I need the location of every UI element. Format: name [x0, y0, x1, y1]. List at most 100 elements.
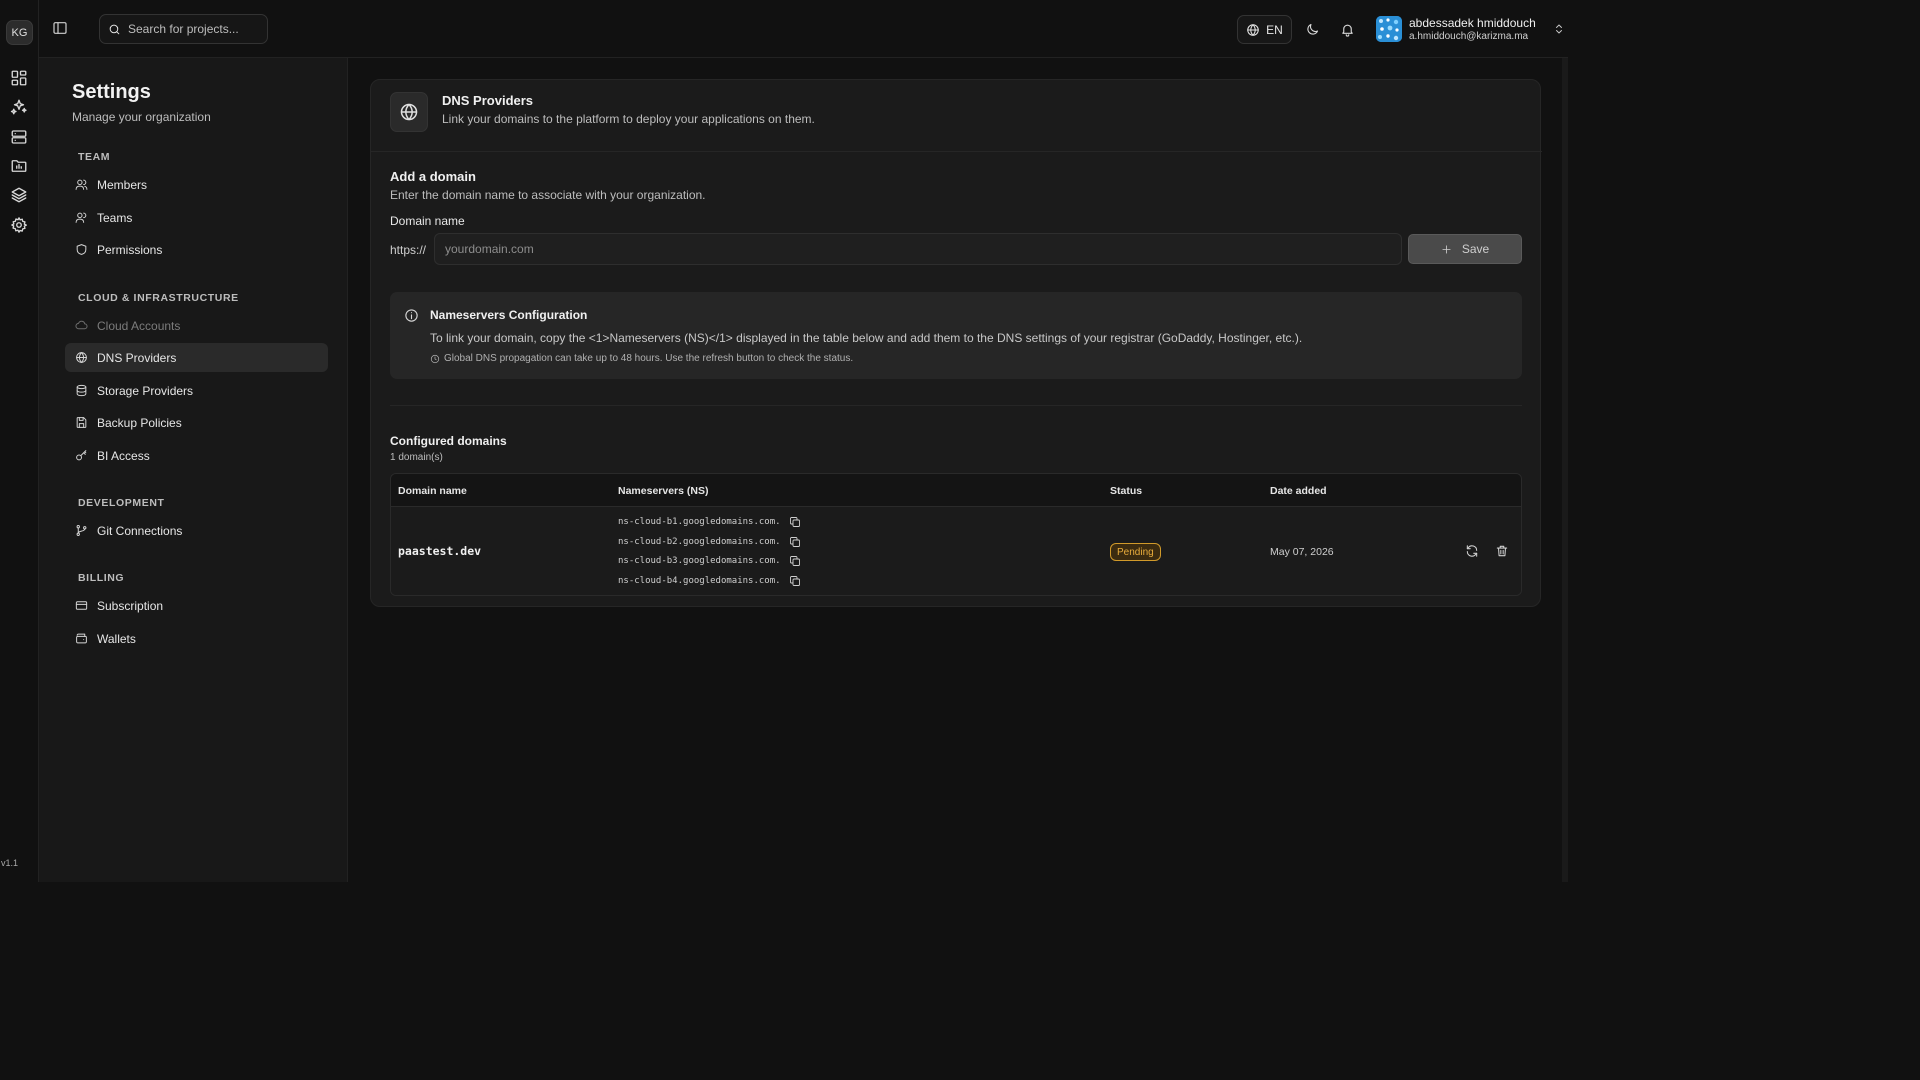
save-button-label: Save: [1461, 242, 1490, 256]
nameserver-value: ns-cloud-b1.googledomains.com.: [618, 517, 781, 527]
settings-sidebar: Settings Manage your organization TEAM M…: [39, 58, 348, 882]
icon-rail: KG v1.1: [0, 0, 39, 882]
sidebar-item-label: Permissions: [97, 242, 163, 257]
column-domain-name: Domain name: [398, 485, 467, 497]
copy-icon[interactable]: [789, 575, 801, 587]
nameserver-line: ns-cloud-b1.googledomains.com.: [618, 514, 801, 530]
shield-icon: [75, 243, 88, 256]
language-selector[interactable]: EN: [1237, 15, 1292, 44]
sidebar-item-wallets[interactable]: Wallets: [65, 624, 328, 653]
sidebar-item-label: Git Connections: [97, 523, 183, 538]
domain-name-input[interactable]: [434, 233, 1402, 265]
date-added-cell: May 07, 2026: [1270, 546, 1334, 558]
add-domain-description: Enter the domain name to associate with …: [390, 188, 706, 202]
section-title: DNS Providers: [442, 93, 534, 108]
page-scrollbar[interactable]: [1562, 58, 1568, 882]
globe-icon: [1246, 23, 1260, 37]
section-team: TEAM: [78, 151, 111, 163]
wallet-icon: [75, 632, 88, 645]
add-domain-title: Add a domain: [390, 169, 476, 184]
user-info: abdessadek hmiddouch a.hmiddouch@karizma…: [1409, 16, 1536, 43]
nameservers-info-box: Nameservers Configuration To link your d…: [390, 292, 1522, 379]
sidebar-item-label: Teams: [97, 210, 133, 225]
table-row: paastest.dev ns-cloud-b1.googledomains.c…: [391, 507, 1521, 595]
sidebar-item-members[interactable]: Members: [65, 170, 328, 199]
sidebar-toggle-icon[interactable]: [52, 20, 68, 36]
search-input[interactable]: [128, 22, 258, 36]
globe-icon: [75, 351, 88, 364]
sidebar-item-dns-providers[interactable]: DNS Providers: [65, 343, 328, 372]
sidebar-item-git-connections[interactable]: Git Connections: [65, 516, 328, 545]
section-development: DEVELOPMENT: [78, 497, 165, 509]
key-icon: [75, 449, 88, 462]
sidebar-item-permissions[interactable]: Permissions: [65, 235, 328, 264]
sparkles-icon[interactable]: [10, 98, 28, 116]
sidebar-item-label: Members: [97, 177, 148, 192]
sidebar-item-label: Cloud Accounts: [97, 318, 181, 333]
bell-icon[interactable]: [1340, 22, 1355, 37]
nameserver-line: ns-cloud-b2.googledomains.com.: [618, 534, 801, 550]
org-logo[interactable]: KG: [6, 20, 33, 45]
section-billing: BILLING: [78, 572, 125, 584]
folder-chart-icon[interactable]: [10, 157, 28, 175]
sidebar-item-label: DNS Providers: [97, 350, 177, 365]
refresh-icon[interactable]: [1465, 544, 1479, 558]
sidebar-item-label: BI Access: [97, 448, 150, 463]
dashboard-icon[interactable]: [10, 69, 28, 87]
nameserver-value: ns-cloud-b4.googledomains.com.: [618, 576, 781, 586]
cloud-icon: [75, 319, 88, 332]
sidebar-item-backup-policies[interactable]: Backup Policies: [65, 408, 328, 437]
globe-icon: [390, 92, 428, 132]
sidebar-item-bi-access[interactable]: BI Access: [65, 441, 328, 470]
sidebar-item-label: Subscription: [97, 598, 164, 613]
sidebar-item-storage-providers[interactable]: Storage Providers: [65, 376, 328, 405]
info-note-text: Global DNS propagation can take up to 48…: [444, 353, 854, 364]
sidebar-item-label: Wallets: [97, 631, 136, 646]
search-icon: [108, 23, 121, 36]
dns-providers-card: DNS Providers Link your domains to the p…: [370, 79, 1542, 607]
copy-icon[interactable]: [789, 516, 801, 528]
user-name: abdessadek hmiddouch: [1409, 15, 1536, 30]
app-version: v1.1: [1, 858, 19, 868]
search-box[interactable]: [99, 14, 268, 44]
server-icon[interactable]: [10, 128, 28, 146]
sidebar-item-label: Storage Providers: [97, 383, 194, 398]
page-subtitle: Manage your organization: [72, 110, 211, 124]
section-description: Link your domains to the platform to dep…: [442, 112, 815, 126]
moon-icon[interactable]: [1305, 22, 1320, 37]
copy-icon[interactable]: [789, 536, 801, 548]
domains-table: Domain name Nameservers (NS) Status Date…: [390, 473, 1522, 596]
domain-name-label: Domain name: [390, 214, 465, 228]
user-icon: [75, 178, 88, 191]
nameserver-value: ns-cloud-b2.googledomains.com.: [618, 537, 781, 547]
info-title: Nameservers Configuration: [430, 308, 588, 322]
sidebar-item-subscription[interactable]: Subscription: [65, 591, 328, 620]
clock-icon: [430, 354, 440, 364]
divider: [390, 405, 1522, 406]
column-nameservers: Nameservers (NS): [618, 485, 709, 497]
sidebar-item-cloud-accounts[interactable]: Cloud Accounts: [65, 311, 328, 340]
domain-name-cell: paastest.dev: [398, 544, 482, 558]
users-icon: [75, 211, 88, 224]
avatar: [1376, 16, 1402, 42]
info-icon: [404, 308, 419, 323]
git-branch-icon: [75, 524, 88, 537]
user-menu[interactable]: abdessadek hmiddouch a.hmiddouch@karizma…: [1376, 12, 1565, 46]
save-button[interactable]: Save: [1408, 234, 1522, 264]
layers-icon[interactable]: [10, 186, 28, 204]
sidebar-item-teams[interactable]: Teams: [65, 203, 328, 232]
configured-domains-title: Configured domains: [390, 434, 507, 448]
copy-icon[interactable]: [789, 555, 801, 567]
column-status: Status: [1110, 485, 1143, 497]
database-icon: [75, 384, 88, 397]
trash-icon[interactable]: [1495, 544, 1509, 558]
chevron-up-down-icon: [1553, 22, 1565, 36]
info-description: To link your domain, copy the <1>Nameser…: [430, 331, 1303, 345]
nameserver-line: ns-cloud-b4.googledomains.com.: [618, 573, 801, 589]
sidebar-item-label: Backup Policies: [97, 415, 182, 430]
user-email: a.hmiddouch@karizma.ma: [1409, 30, 1529, 42]
plus-icon: [1441, 244, 1452, 255]
card-header: DNS Providers Link your domains to the p…: [371, 80, 1542, 152]
gear-icon[interactable]: [10, 216, 28, 234]
language-label: EN: [1266, 22, 1283, 37]
